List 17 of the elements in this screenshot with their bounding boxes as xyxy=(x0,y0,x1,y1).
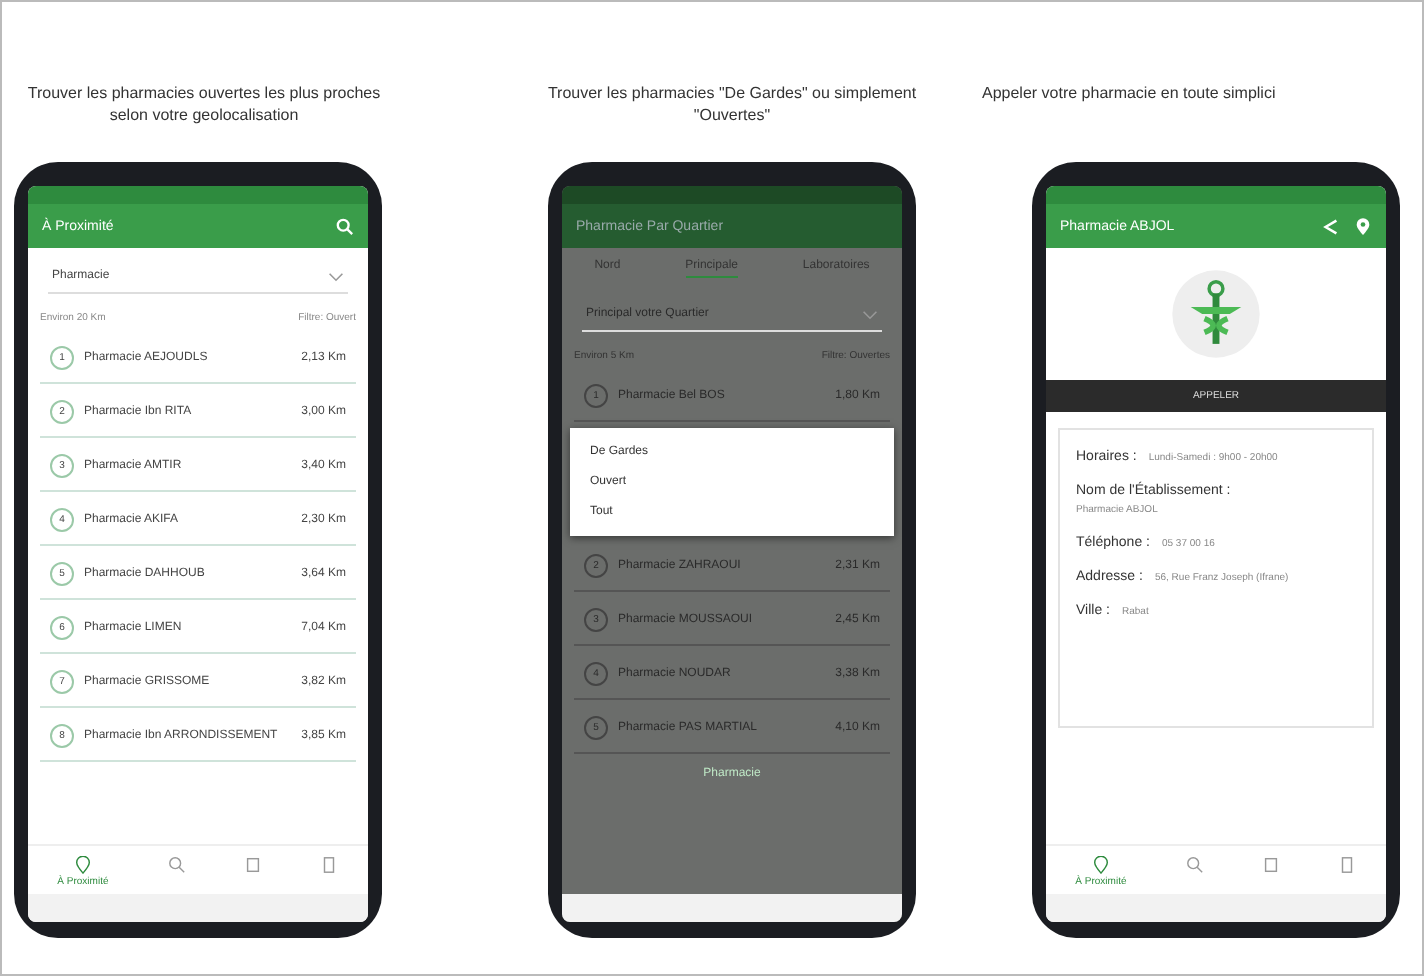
chevron-icon xyxy=(328,271,344,281)
location-pin-icon xyxy=(1091,856,1110,874)
location-pin-icon[interactable] xyxy=(1354,217,1372,235)
phone-outline-icon xyxy=(1338,856,1357,874)
share-icon[interactable] xyxy=(1322,217,1340,235)
square-icon xyxy=(1261,856,1280,874)
caption: Trouver les pharmacies ouvertes les plus proches selon votre geolocalisation xyxy=(25,82,383,128)
square-icon xyxy=(243,856,262,874)
search-icon xyxy=(167,856,186,874)
caduceus-logo-icon xyxy=(1170,268,1262,360)
phone-outline-icon xyxy=(320,856,339,874)
search-icon xyxy=(1185,856,1204,874)
location-pin-icon xyxy=(73,856,92,874)
caption: Trouver les pharmacies "De Gardes" ou simplement "Ouvertes" xyxy=(545,82,919,128)
chevron-icon xyxy=(862,309,878,319)
search-icon[interactable] xyxy=(336,217,354,235)
caption: Appeler votre pharmacie en toute simplici xyxy=(982,82,1276,106)
